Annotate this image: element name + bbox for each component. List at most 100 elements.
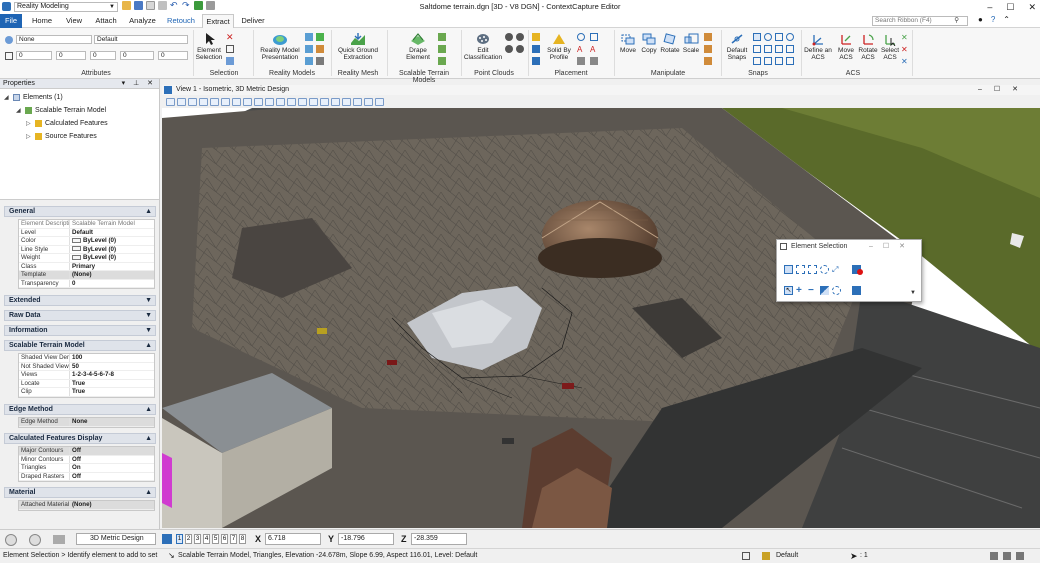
settings-icon[interactable] <box>158 1 167 10</box>
view-group-icon[interactable] <box>375 98 384 106</box>
property-value[interactable]: ByLevel (0) <box>70 254 154 262</box>
expand-icon[interactable]: ▷ <box>26 133 32 140</box>
maximize-button[interactable]: ☐ <box>1006 0 1014 14</box>
message-center-icon[interactable]: ↘ <box>168 549 175 563</box>
property-value[interactable]: 50 <box>70 363 154 371</box>
fit-view-icon[interactable] <box>232 98 241 106</box>
model-select[interactable]: 3D Metric Design <box>76 533 156 545</box>
tab-file[interactable]: File <box>0 14 22 28</box>
ribbon-search-input[interactable]: Search Ribbon (F4) ⚲ <box>872 16 968 26</box>
view-next-icon[interactable] <box>276 98 285 106</box>
point-cloud-display-icon[interactable] <box>516 33 524 41</box>
x-coordinate-field[interactable]: 6.718 <box>265 533 321 545</box>
tab-attach[interactable]: Attach <box>91 14 121 28</box>
element-selection-button[interactable]: Element Selection <box>194 32 224 61</box>
snap-point-on-icon[interactable] <box>786 57 794 65</box>
tab-retouch[interactable]: Retouch <box>164 14 198 28</box>
view-layout-icon[interactable] <box>162 534 172 544</box>
camera-icon[interactable] <box>320 98 329 106</box>
dialog-window-controls[interactable]: –☐✕ <box>869 240 915 253</box>
move-button[interactable]: Move <box>618 32 638 54</box>
reality-model-presentation-button[interactable]: Reality Model Presentation <box>256 32 304 61</box>
attach-model-icon[interactable] <box>305 33 313 41</box>
text-style-select[interactable]: Default <box>94 35 188 44</box>
collapse-icon[interactable]: ▲ <box>145 434 152 443</box>
z-coordinate-field[interactable]: -28.359 <box>411 533 467 545</box>
locks-icon[interactable] <box>742 552 750 560</box>
section-icon[interactable] <box>342 98 351 106</box>
property-row[interactable]: Attached Material (None) <box>19 501 154 510</box>
mode-invert-icon[interactable] <box>820 286 829 295</box>
zoom-out-icon[interactable] <box>210 98 219 106</box>
expand-dialog-icon[interactable]: ▼ <box>910 290 919 299</box>
property-value[interactable]: Primary <box>70 263 154 271</box>
save-icon[interactable] <box>134 1 143 10</box>
collapse-icon[interactable]: ▲ <box>145 488 152 497</box>
property-value[interactable]: Off <box>70 456 154 464</box>
print-preview-icon[interactable] <box>146 1 155 10</box>
property-row[interactable]: Draped Rasters Off <box>19 472 154 481</box>
view-button-4[interactable]: 4 <box>203 534 210 544</box>
undo-icon[interactable]: ↶ <box>170 1 179 10</box>
design-history-icon[interactable] <box>1003 552 1011 560</box>
view-button-3[interactable]: 3 <box>194 534 201 544</box>
workspace-select[interactable]: Reality Modeling ▼ <box>14 2 118 12</box>
property-value[interactable]: ByLevel (0) <box>70 246 154 254</box>
copy-button[interactable]: Copy <box>639 32 659 54</box>
place-line-icon[interactable] <box>532 45 540 53</box>
tree-item-calculated-features[interactable]: ▷ Calculated Features <box>26 118 108 128</box>
property-row[interactable]: Major Contours Off <box>19 447 154 456</box>
section-stm[interactable]: Scalable Terrain Model ▲ <box>4 340 156 351</box>
section-calc[interactable]: Calculated Features Display ▲ <box>4 433 156 444</box>
tree-item-elements[interactable]: ◢ Elements (1) <box>4 92 63 102</box>
acs-x-icon[interactable]: ✕ <box>901 33 909 42</box>
mode-subtract-icon[interactable]: − <box>808 286 817 296</box>
open-folder-icon[interactable] <box>122 1 131 10</box>
view-button-6[interactable]: 6 <box>221 534 228 544</box>
property-value[interactable]: Default <box>70 229 154 237</box>
terrain-export-icon[interactable] <box>438 57 446 65</box>
property-value[interactable]: On <box>70 464 154 472</box>
place-text-icon[interactable]: A <box>577 45 585 54</box>
property-value[interactable]: Off <box>70 473 154 481</box>
property-value[interactable]: 1-2-3-4-5-6-7-8 <box>70 371 154 379</box>
define-acs-button[interactable]: Define an ACS <box>804 32 832 61</box>
snap-origin-icon[interactable] <box>786 33 794 41</box>
clip-model-icon[interactable] <box>305 45 313 53</box>
tab-deliver[interactable]: Deliver <box>238 14 268 28</box>
view-window-controls[interactable]: –☐✕ <box>978 85 1030 95</box>
collapse-ribbon-icon[interactable]: ⌃ <box>1003 15 1010 24</box>
priority-select[interactable]: 0 <box>158 51 188 60</box>
tree-item-source-features[interactable]: ▷ Source Features <box>26 131 97 141</box>
select-all-icon[interactable] <box>226 45 234 53</box>
property-row[interactable]: Transparency 0 <box>19 279 154 288</box>
mode-clear-icon[interactable] <box>832 286 841 295</box>
view-settings-icon[interactable] <box>188 98 197 106</box>
clear-selection-icon[interactable]: ✕ <box>226 33 234 42</box>
property-value[interactable]: Off <box>70 447 154 455</box>
minimize-button[interactable]: – <box>987 0 992 14</box>
save-status-icon[interactable] <box>990 552 998 560</box>
rotate-button[interactable]: Rotate <box>659 32 681 54</box>
place-cell-icon[interactable] <box>577 57 585 65</box>
section-information[interactable]: Information ▼ <box>4 325 156 336</box>
terrain-create-icon[interactable] <box>438 33 446 41</box>
snap-nearest-icon[interactable] <box>753 45 761 53</box>
expand-icon[interactable]: ▷ <box>26 120 32 127</box>
transparency-select[interactable]: 0 <box>120 51 154 60</box>
property-row[interactable]: Shaded View Density100 <box>19 354 154 363</box>
view-button-1[interactable]: 1 <box>176 534 183 544</box>
property-row[interactable]: Triangles On <box>19 464 154 473</box>
selection-method-block-icon[interactable] <box>796 265 805 274</box>
property-value[interactable]: True <box>70 380 154 388</box>
property-value[interactable]: (None) <box>70 501 154 509</box>
view-button-8[interactable]: 8 <box>239 534 246 544</box>
property-row[interactable]: Line Style ByLevel (0) <box>19 245 154 254</box>
acs-y-icon[interactable]: ✕ <box>901 45 909 54</box>
back-icon[interactable] <box>5 534 17 546</box>
collapse-icon[interactable]: ◢ <box>4 94 10 101</box>
pan-view-icon[interactable] <box>254 98 263 106</box>
property-value[interactable]: ByLevel (0) <box>70 237 154 245</box>
property-row[interactable]: Template (None) <box>19 271 154 280</box>
property-row[interactable]: Element DescriptionScalable Terrain Mode… <box>19 220 154 229</box>
